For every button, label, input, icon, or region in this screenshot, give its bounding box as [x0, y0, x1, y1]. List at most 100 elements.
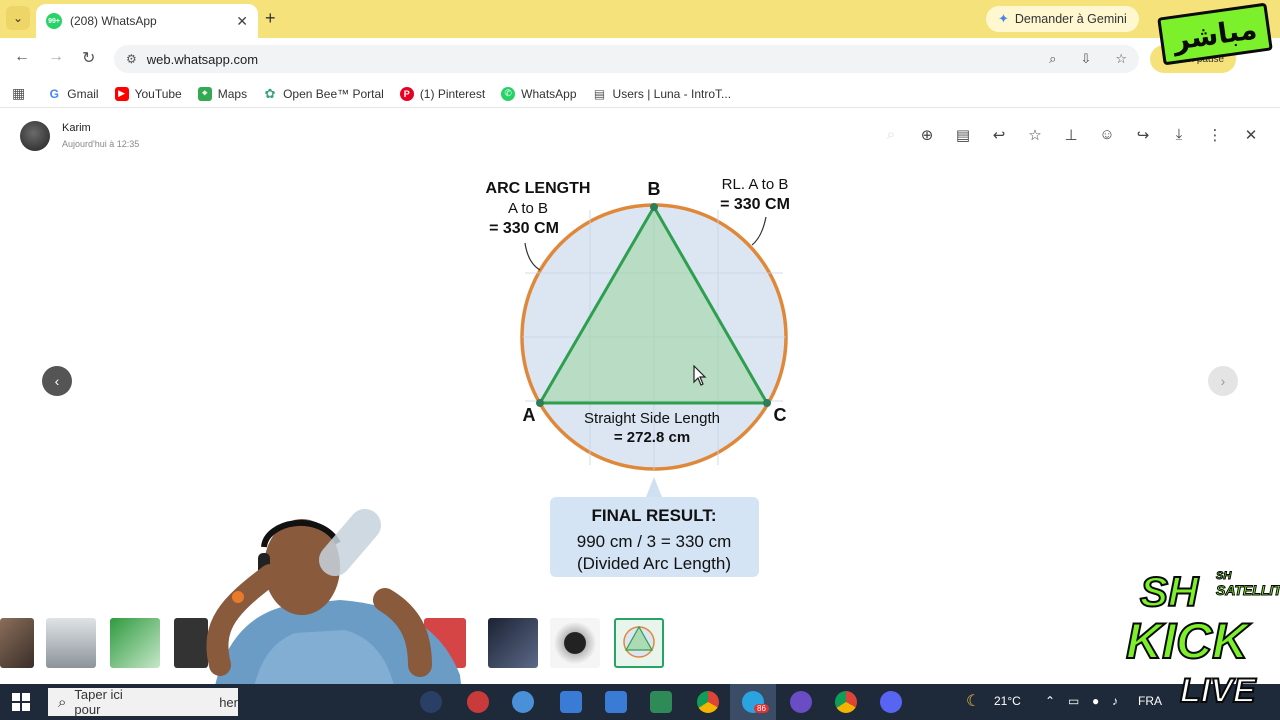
taskbar-search[interactable]: ⌕ Taper ici pour her — [48, 687, 238, 717]
windows-start-icon[interactable] — [12, 693, 30, 711]
search-placeholder: Taper ici pour — [74, 687, 123, 717]
bookmarks-bar: ▦ G Gmail ▶ YouTube ⌖ Maps ✿ Open Bee™ P… — [0, 80, 1280, 108]
file-explorer-icon[interactable] — [560, 691, 582, 713]
install-app-icon[interactable]: ⇩ — [1080, 51, 1091, 67]
search-placeholder-tail: her — [219, 694, 238, 710]
diagram-thumbnail-icon — [623, 625, 655, 658]
microphone-icon[interactable]: ● — [1092, 694, 1099, 708]
network-icon[interactable]: ▭ — [1068, 694, 1079, 708]
emoji-react-icon[interactable]: ☺ — [1097, 126, 1117, 143]
tab-title: (208) WhatsApp — [70, 14, 157, 28]
forward-icon[interactable]: → — [48, 48, 64, 66]
download-icon[interactable]: ⤓ — [1169, 126, 1189, 143]
back-icon[interactable]: ← — [14, 48, 30, 66]
gemini-button[interactable]: ✦ Demander à Gemini — [986, 6, 1139, 32]
vertex-a-label: A — [523, 405, 536, 425]
tab-whatsapp[interactable]: 99+ (208) WhatsApp ✕ — [36, 4, 258, 38]
bookmark-maps[interactable]: ⌖ Maps — [197, 86, 248, 101]
volume-icon[interactable]: ♪ — [1112, 694, 1118, 708]
bookmark-label: Users | Luna - IntroT... — [612, 86, 732, 101]
youtube-icon: ▶ — [114, 86, 129, 101]
final-result-equation: 990 cm / 3 = 330 cm — [577, 532, 732, 551]
bookmark-label: Maps — [217, 86, 248, 101]
brand-live: LIVE — [1179, 671, 1257, 711]
arc-triangle-diagram: ARC LENGTH A to B = 330 CM RL. A to B = … — [486, 176, 790, 577]
next-media-button[interactable]: › — [1208, 366, 1238, 396]
settings-app-icon[interactable] — [512, 691, 534, 713]
media-thumbnail-selected[interactable] — [614, 618, 664, 668]
sent-time: Aujourd'hui à 12:35 — [62, 139, 140, 149]
calculator-icon[interactable] — [605, 691, 627, 713]
tab-search-dropdown-icon[interactable]: ⌄ — [6, 6, 30, 30]
media-thumbnail[interactable] — [0, 618, 34, 668]
bookmark-star-icon[interactable]: ☆ — [1115, 51, 1127, 67]
brand-sub-sh: SH — [1215, 570, 1232, 583]
telegram-taskbar-item[interactable]: 86 — [730, 684, 776, 720]
previous-media-button[interactable]: ‹ — [42, 366, 72, 396]
excel-icon[interactable] — [650, 691, 672, 713]
close-viewer-icon[interactable]: ✕ — [1241, 126, 1261, 144]
apps-grid-icon[interactable]: ▦ — [12, 85, 25, 102]
zoom-out-icon[interactable]: ⌕ — [881, 126, 901, 143]
bookmark-pinterest[interactable]: P (1) Pinterest — [399, 86, 486, 101]
reload-icon[interactable]: ↻ — [82, 48, 95, 68]
media-thumbnail[interactable] — [110, 618, 160, 668]
bookmark-openbee[interactable]: ✿ Open Bee™ Portal — [263, 85, 384, 101]
vertex-b-label: B — [648, 179, 661, 199]
bookmark-gmail[interactable]: G Gmail — [47, 86, 99, 101]
zoom-in-icon[interactable]: ⊕ — [917, 126, 937, 144]
whatsapp-icon: ✆ — [501, 86, 516, 101]
close-tab-icon[interactable]: ✕ — [236, 13, 248, 30]
star-icon[interactable]: ☆ — [1025, 126, 1045, 144]
zoom-icon[interactable]: ⌕ — [1049, 51, 1056, 67]
google-icon: G — [49, 86, 59, 101]
tray-chevron-icon[interactable]: ⌃ — [1045, 694, 1055, 708]
go-to-message-icon[interactable]: ▤ — [953, 126, 973, 144]
bookmark-label: Gmail — [67, 86, 99, 101]
table-icon: ▤ — [593, 86, 606, 101]
reply-icon[interactable]: ↩ — [989, 126, 1009, 144]
arc-length-title: ARC LENGTH — [486, 180, 591, 197]
bookmark-label: YouTube — [134, 86, 182, 101]
media-thumbnail[interactable] — [46, 618, 96, 668]
satellite-app-icon[interactable] — [790, 691, 812, 713]
url-text: web.whatsapp.com — [146, 51, 259, 67]
bookmark-luna[interactable]: ▤ Users | Luna - IntroT... — [593, 86, 732, 101]
side-length-title: Straight Side Length — [584, 410, 720, 427]
chrome-profile-icon[interactable] — [835, 691, 857, 713]
more-options-icon[interactable]: ⋮ — [1205, 126, 1225, 144]
gemini-label: Demander à Gemini — [1014, 12, 1127, 26]
avatar[interactable] — [20, 121, 50, 151]
mouse-cursor-icon — [693, 365, 707, 386]
pin-icon[interactable]: ⊥ — [1061, 126, 1081, 144]
pinterest-icon: P — [399, 86, 414, 101]
bookmark-label: Open Bee™ Portal — [283, 86, 384, 101]
rl-value: = 330 CM — [720, 196, 790, 213]
maps-icon: ⌖ — [197, 86, 212, 101]
media-image: ARC LENGTH A to B = 330 CM RL. A to B = … — [470, 165, 810, 585]
bookmark-whatsapp[interactable]: ✆ WhatsApp — [501, 86, 577, 101]
forward-icon[interactable]: ↪ — [1133, 126, 1153, 144]
telegram-badge: 86 — [754, 704, 769, 713]
chrome-icon[interactable] — [697, 691, 719, 713]
bookmark-youtube[interactable]: ▶ YouTube — [114, 86, 182, 101]
screen-recorder-icon[interactable] — [467, 691, 489, 713]
weather-moon-icon: ☾ — [966, 693, 981, 710]
media-thumbnail[interactable] — [488, 618, 538, 668]
bookmark-label: (1) Pinterest — [419, 86, 486, 101]
new-tab-icon[interactable]: + — [265, 8, 276, 29]
arc-length-value: = 330 CM — [489, 220, 559, 237]
bookmark-label: WhatsApp — [521, 86, 577, 101]
discord-icon[interactable] — [880, 691, 902, 713]
address-bar[interactable]: ⚙ web.whatsapp.com ⌕ ⇩ ☆ — [114, 45, 1139, 73]
site-info-icon[interactable]: ⚙ — [126, 52, 137, 66]
camera-app-icon[interactable] — [420, 691, 442, 713]
final-result-title: FINAL RESULT: — [592, 506, 717, 525]
media-thumbnail[interactable] — [550, 618, 600, 668]
openbee-icon: ✿ — [264, 85, 276, 101]
arc-length-subtitle: A to B — [508, 200, 548, 217]
vertex-c-label: C — [774, 405, 787, 425]
brand-satellite: SATELLITE — [1215, 582, 1280, 599]
brand-sh: SH — [1139, 567, 1199, 616]
search-icon: ⌕ — [58, 693, 67, 711]
